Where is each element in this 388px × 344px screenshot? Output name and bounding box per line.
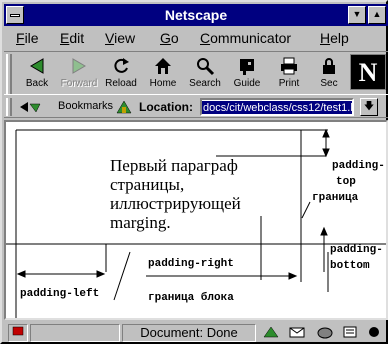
- location-grip[interactable]: [6, 98, 12, 116]
- print-button[interactable]: Print: [268, 54, 310, 94]
- guide-button[interactable]: Guide: [226, 54, 268, 94]
- navigator-icon[interactable]: [262, 325, 280, 342]
- print-label: Print: [278, 78, 300, 89]
- mail-icon[interactable]: [288, 325, 306, 342]
- padding-bottom-arrowhead: [320, 226, 328, 236]
- location-label: Location:: [139, 100, 193, 114]
- bookmarks-button[interactable]: Bookmarks: [58, 100, 113, 112]
- conference-icon[interactable]: [366, 325, 382, 342]
- forward-button[interactable]: Forward: [58, 54, 100, 94]
- bookmarks-icon[interactable]: [18, 100, 52, 117]
- padding-left-arrowhead-r: [96, 270, 106, 278]
- lock-icon: [319, 56, 339, 76]
- discussion-icon[interactable]: [316, 325, 334, 342]
- toolbar-grip[interactable]: [6, 54, 12, 94]
- label-padding-bottom-2: bottom: [330, 260, 370, 272]
- label-padding-top-1: padding-: [332, 160, 385, 172]
- reload-icon: [111, 56, 131, 76]
- security-label: Sec: [320, 78, 338, 89]
- menu-help[interactable]: Help: [320, 30, 349, 46]
- label-border-top: граница: [312, 192, 359, 204]
- home-icon: [153, 56, 173, 76]
- label-padding-left: padding-left: [20, 288, 100, 300]
- print-icon: [279, 56, 299, 76]
- block-border-leader: [113, 251, 131, 301]
- browser-window: Netscape ▼ ▲ File Edit View Go Communica…: [0, 0, 388, 344]
- search-icon: [195, 56, 215, 76]
- back-button[interactable]: Back: [16, 54, 58, 94]
- label-padding-bottom-1: padding-: [330, 244, 383, 256]
- home-button[interactable]: Home: [142, 54, 184, 94]
- first-paragraph: Первый параграф страницы, иллюстрирующей…: [110, 156, 241, 232]
- progress-bar: [30, 324, 120, 342]
- page-proxy-icon[interactable]: [114, 99, 134, 118]
- top-border-leader: [301, 201, 311, 219]
- padding-right-arrowhead: [288, 272, 298, 280]
- status-bar: Document: Done: [4, 322, 388, 344]
- title-bar[interactable]: Netscape ▼ ▲: [4, 4, 388, 26]
- padding-left-arrowhead-l: [16, 270, 26, 278]
- maximize-button[interactable]: ▲: [368, 6, 386, 24]
- menu-bar: File Edit View Go Communicator Help: [4, 27, 388, 49]
- back-label: Back: [25, 78, 49, 89]
- minimize-button[interactable]: ▼: [348, 6, 366, 24]
- location-input[interactable]: docs/cit/webclass/css12/test1.htm: [200, 98, 354, 116]
- location-bar: Bookmarks Location: docs/cit/webclass/cs…: [4, 96, 388, 118]
- search-button[interactable]: Search: [184, 54, 226, 94]
- forward-label: Forward: [60, 78, 98, 89]
- down-arrow-icon: 🡇: [363, 101, 375, 112]
- netscape-logo[interactable]: N: [350, 54, 386, 90]
- window-title: Netscape: [164, 7, 228, 23]
- location-dropdown-button[interactable]: 🡇: [360, 98, 378, 116]
- label-padding-top-2: top: [336, 176, 356, 188]
- menu-edit[interactable]: Edit: [60, 30, 84, 46]
- navigation-toolbar: Back Forward Reload Home Search Guide Pr…: [4, 51, 388, 95]
- back-arrow-icon: [27, 56, 47, 76]
- home-label: Home: [149, 78, 177, 89]
- reload-label: Reload: [105, 78, 137, 89]
- component-bar: [260, 324, 384, 342]
- label-padding-right: padding-right: [148, 258, 234, 270]
- reload-button[interactable]: Reload: [100, 54, 142, 94]
- padding-top-arrowhead-up: [322, 128, 330, 138]
- padding-top-arrowhead: [322, 148, 330, 158]
- status-text: Document: Done: [122, 324, 256, 342]
- label-block-border: граница блока: [148, 292, 234, 304]
- search-label: Search: [189, 78, 221, 89]
- location-url: docs/cit/webclass/css12/test1.htm: [202, 101, 352, 114]
- guide-icon: [237, 56, 257, 76]
- guide-label: Guide: [233, 78, 261, 89]
- security-status-icon[interactable]: [8, 324, 28, 342]
- security-button[interactable]: Sec: [310, 54, 348, 94]
- composer-icon[interactable]: [342, 325, 360, 342]
- menu-communicator[interactable]: Communicator: [200, 30, 291, 46]
- forward-arrow-icon: [69, 56, 89, 76]
- page-content[interactable]: Первый параграф страницы, иллюстрирующей…: [4, 120, 388, 320]
- menu-view[interactable]: View: [105, 30, 135, 46]
- menu-file[interactable]: File: [16, 30, 39, 46]
- menu-go[interactable]: Go: [160, 30, 179, 46]
